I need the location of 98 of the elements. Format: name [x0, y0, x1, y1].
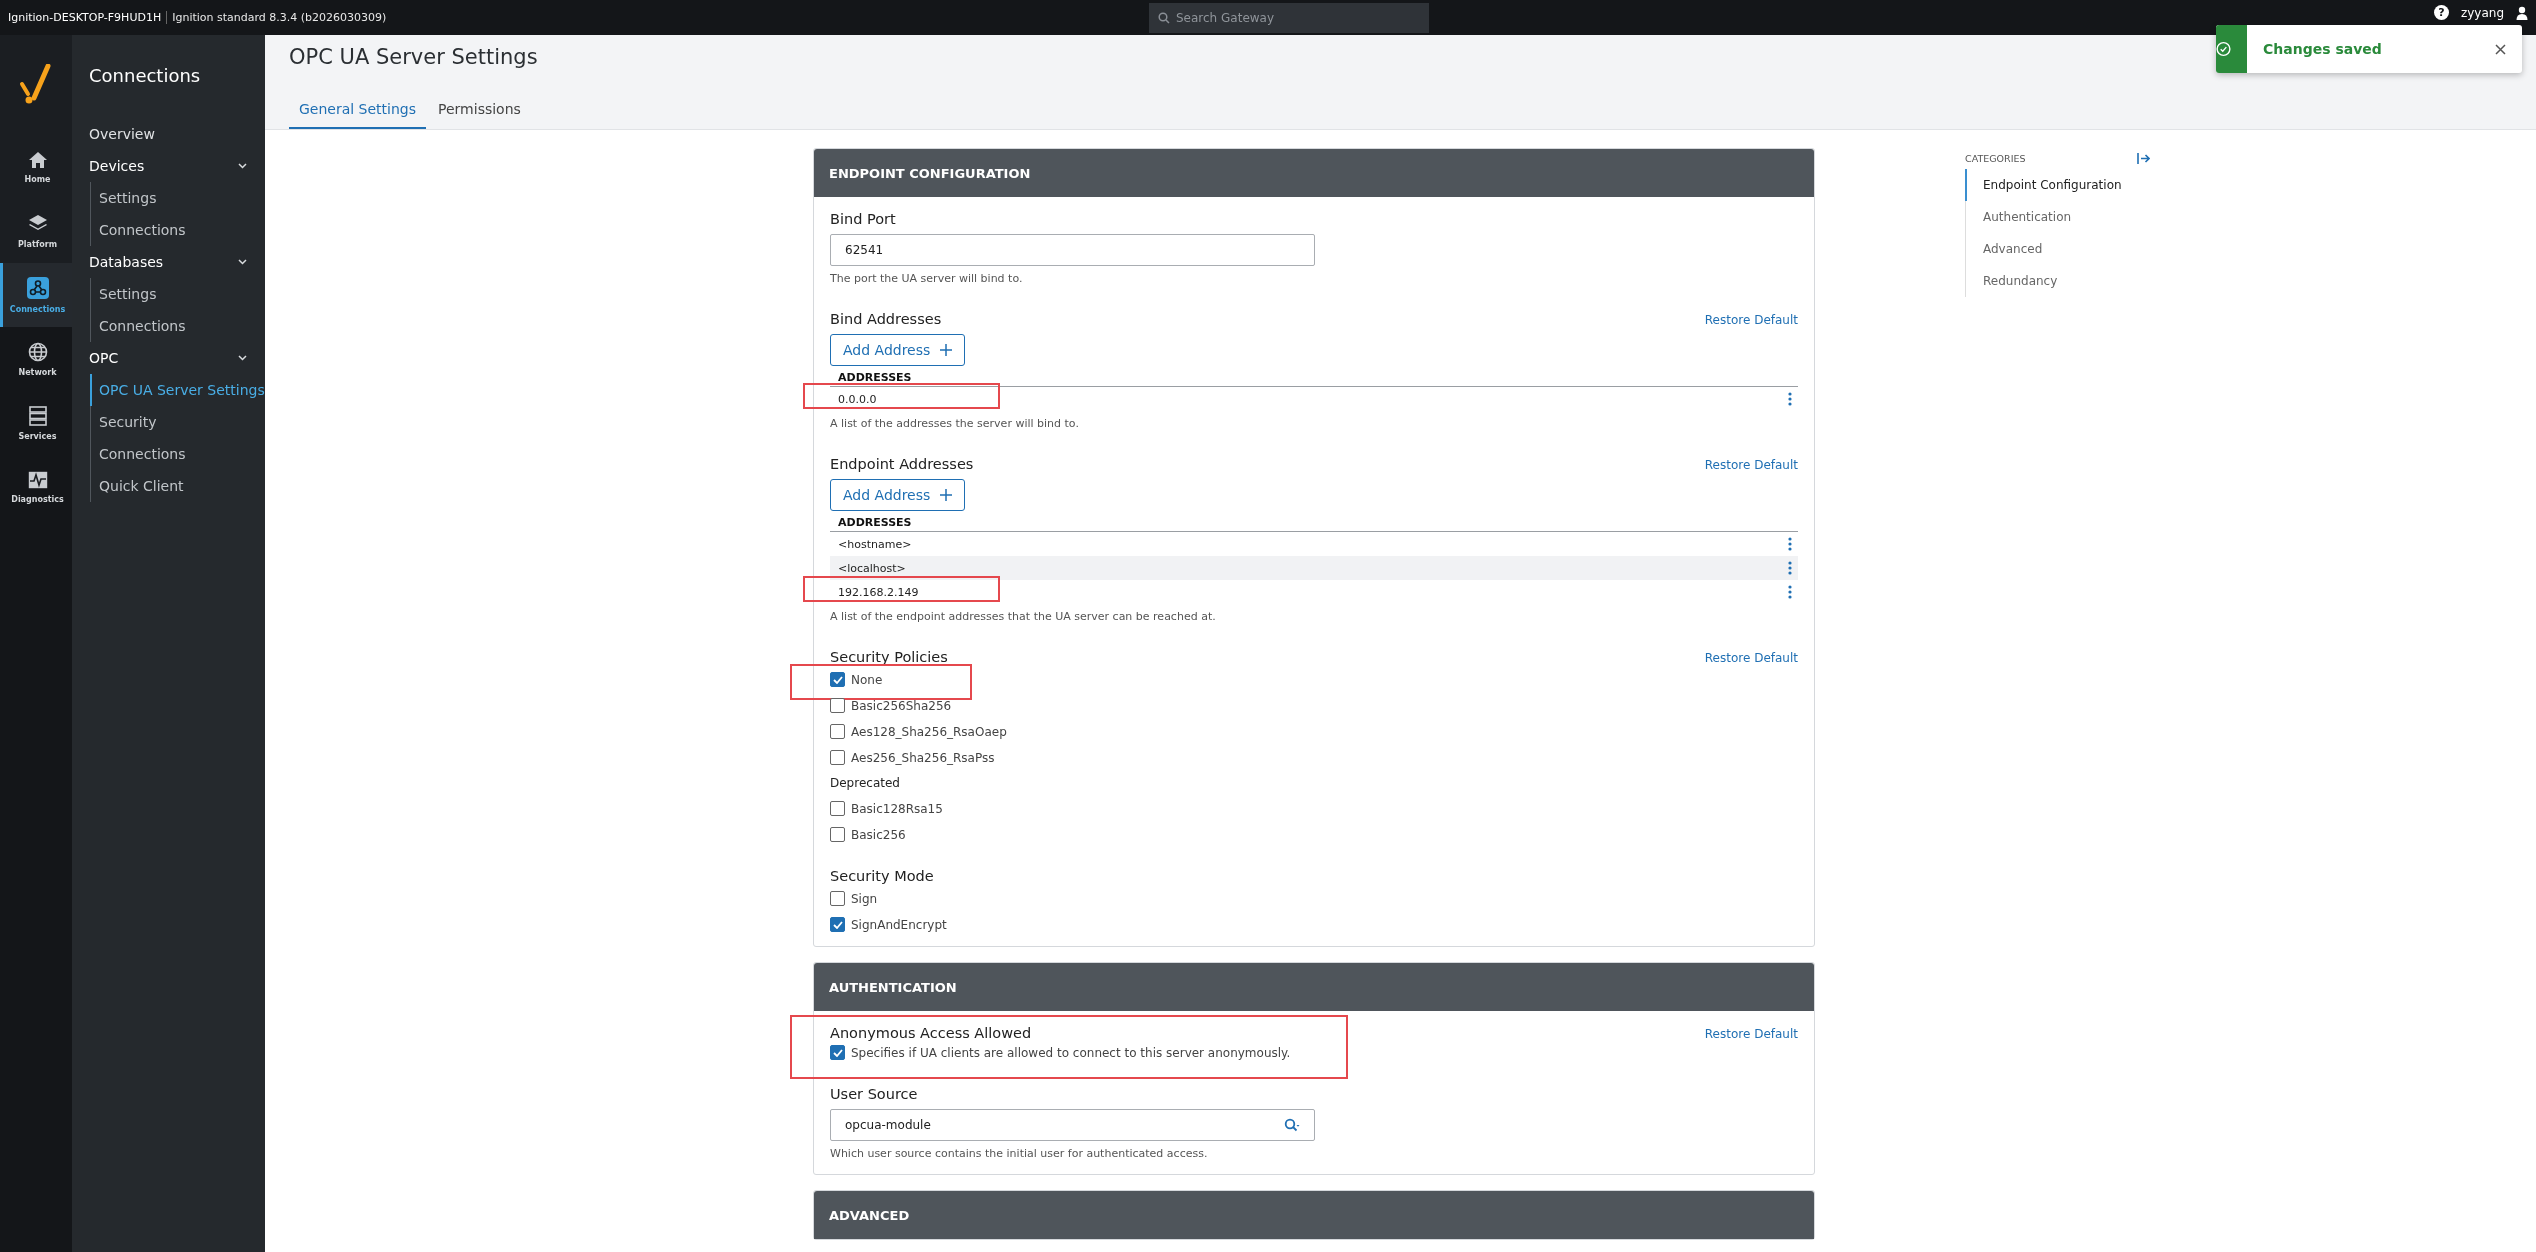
nav-item[interactable]: Overview	[89, 118, 265, 150]
search-icon	[1284, 1118, 1300, 1132]
field-description: A list of the addresses the server will bind to.	[830, 417, 1080, 430]
input-field[interactable]: 62541	[830, 234, 1315, 266]
globe-icon	[27, 341, 48, 362]
category-link[interactable]: Authentication	[1965, 201, 2150, 233]
more-options-icon[interactable]	[1788, 585, 1792, 599]
plus-icon	[940, 489, 953, 501]
version-label: Ignition standard 8.3.4 (b2026030309)	[166, 11, 387, 24]
field-label: Bind Addresses	[830, 311, 942, 327]
nav-group-header[interactable]: OPC	[89, 342, 265, 374]
nav-item[interactable]: Connections	[90, 438, 265, 470]
checkbox[interactable]	[830, 1045, 845, 1060]
search-icon	[1158, 11, 1170, 24]
nav-item[interactable]: Settings	[90, 182, 265, 214]
card-title: ADVANCED	[829, 1207, 910, 1223]
user-icon[interactable]	[2516, 5, 2528, 20]
table-cell: 0.0.0.0	[838, 392, 877, 406]
page-title: OPC UA Server Settings	[289, 45, 538, 69]
server-icon	[28, 405, 47, 426]
group-label: Deprecated	[830, 776, 901, 790]
field-description: A list of the endpoint addresses that the UA server can be reached at.	[830, 610, 1217, 623]
restore-default-link[interactable]: Restore Default	[1704, 458, 1798, 472]
chevron-icon	[238, 355, 247, 361]
checkbox-label: Sign	[851, 891, 878, 906]
nav-item[interactable]: Quick Client	[90, 470, 265, 502]
field-label: Security Policies	[830, 649, 948, 665]
checkbox-label: Aes128_Sha256_RsaOaep	[851, 724, 1007, 739]
rail-nav-item[interactable]: Platform	[0, 199, 72, 263]
checkbox-label: Basic128Rsa15	[851, 801, 943, 816]
card-title: AUTHENTICATION	[829, 979, 957, 995]
checkbox[interactable]	[830, 917, 845, 932]
nav-item[interactable]: Connections	[90, 310, 265, 342]
input-field[interactable]: opcua-module	[830, 1109, 1315, 1141]
column-header: ADDRESSES	[830, 371, 1798, 387]
tab[interactable]: Permissions	[428, 101, 531, 129]
checkbox[interactable]	[830, 801, 845, 816]
nav-group-header[interactable]: Devices	[89, 150, 265, 182]
nav-group-header[interactable]: Databases	[89, 246, 265, 278]
tab[interactable]: General Settings	[289, 101, 427, 129]
categories-heading: CATEGORIES	[1965, 153, 2026, 164]
column-header: ADDRESSES	[830, 516, 1798, 532]
checkbox-label: Basic256	[851, 827, 906, 842]
nav-item[interactable]: OPC UA Server Settings	[90, 374, 265, 406]
add-address-button[interactable]: Add Address	[830, 479, 966, 511]
checkbox-label: Basic256Sha256	[851, 698, 952, 713]
nav-item[interactable]: Security	[90, 406, 265, 438]
search-field[interactable]: Search Gateway	[1149, 2, 1429, 33]
chevron-icon	[238, 163, 247, 169]
logo-icon[interactable]	[18, 64, 54, 106]
restore-default-link[interactable]: Restore Default	[1704, 1027, 1798, 1041]
help-button[interactable]: ?	[2433, 5, 2449, 20]
field-description: Which user source contains the initial user for authenticated access.	[830, 1147, 1209, 1160]
field-label: User Source	[830, 1086, 918, 1102]
category-link[interactable]: Endpoint Configuration	[1965, 169, 2150, 201]
home-icon	[27, 150, 48, 169]
add-address-button[interactable]: Add Address	[830, 334, 966, 366]
checkbox[interactable]	[830, 698, 845, 713]
rail-nav-item[interactable]: Connections	[0, 263, 72, 327]
checkbox-label: Aes256_Sha256_RsaPss	[851, 750, 995, 765]
checkbox[interactable]	[830, 750, 845, 765]
pulse-monitor-icon	[27, 470, 48, 489]
chevron-icon	[238, 259, 247, 265]
more-options-icon[interactable]	[1788, 392, 1792, 406]
nav-item[interactable]: Connections	[90, 214, 265, 246]
table-cell: <hostname>	[838, 537, 912, 551]
checkbox-label: None	[851, 672, 883, 687]
network-nodes-icon	[26, 276, 49, 299]
nav-item[interactable]: Settings	[90, 278, 265, 310]
table-cell: <localhost>	[838, 561, 906, 575]
checkbox[interactable]	[830, 724, 845, 739]
field-label: Bind Port	[830, 211, 896, 227]
more-options-icon[interactable]	[1788, 537, 1792, 551]
checkbox[interactable]	[830, 672, 845, 687]
section-title: Connections	[89, 65, 202, 86]
plus-icon	[940, 344, 953, 356]
checkbox[interactable]	[830, 827, 845, 842]
field-label: Anonymous Access Allowed	[830, 1025, 1032, 1041]
collapse-icon[interactable]	[2137, 153, 2150, 164]
category-link[interactable]: Advanced	[1965, 233, 2150, 265]
card-title: ENDPOINT CONFIGURATION	[829, 165, 1031, 181]
checkbox-label: SignAndEncrypt	[851, 917, 947, 932]
restore-default-link[interactable]: Restore Default	[1704, 313, 1798, 327]
checkbox-label: Specifies if UA clients are allowed to connect to this server anonymously.	[851, 1045, 1291, 1060]
close-icon[interactable]	[2495, 43, 2506, 55]
field-label: Security Mode	[830, 868, 934, 884]
user-name[interactable]: zyyang	[2460, 5, 2504, 20]
toast-message: Changes saved	[2263, 41, 2383, 57]
checkbox[interactable]	[830, 891, 845, 906]
restore-default-link[interactable]: Restore Default	[1704, 651, 1798, 665]
field-label: Endpoint Addresses	[830, 456, 974, 472]
category-link[interactable]: Redundancy	[1965, 265, 2150, 297]
field-description: The port the UA server will bind to.	[830, 272, 1024, 285]
check-circle-icon	[2216, 41, 2231, 57]
more-options-icon[interactable]	[1788, 561, 1792, 575]
table-cell: 192.168.2.149	[838, 585, 919, 599]
rail-nav-item[interactable]: Home	[0, 135, 72, 199]
gateway-name: Ignition-DESKTOP-F9HUD1H	[8, 11, 162, 24]
